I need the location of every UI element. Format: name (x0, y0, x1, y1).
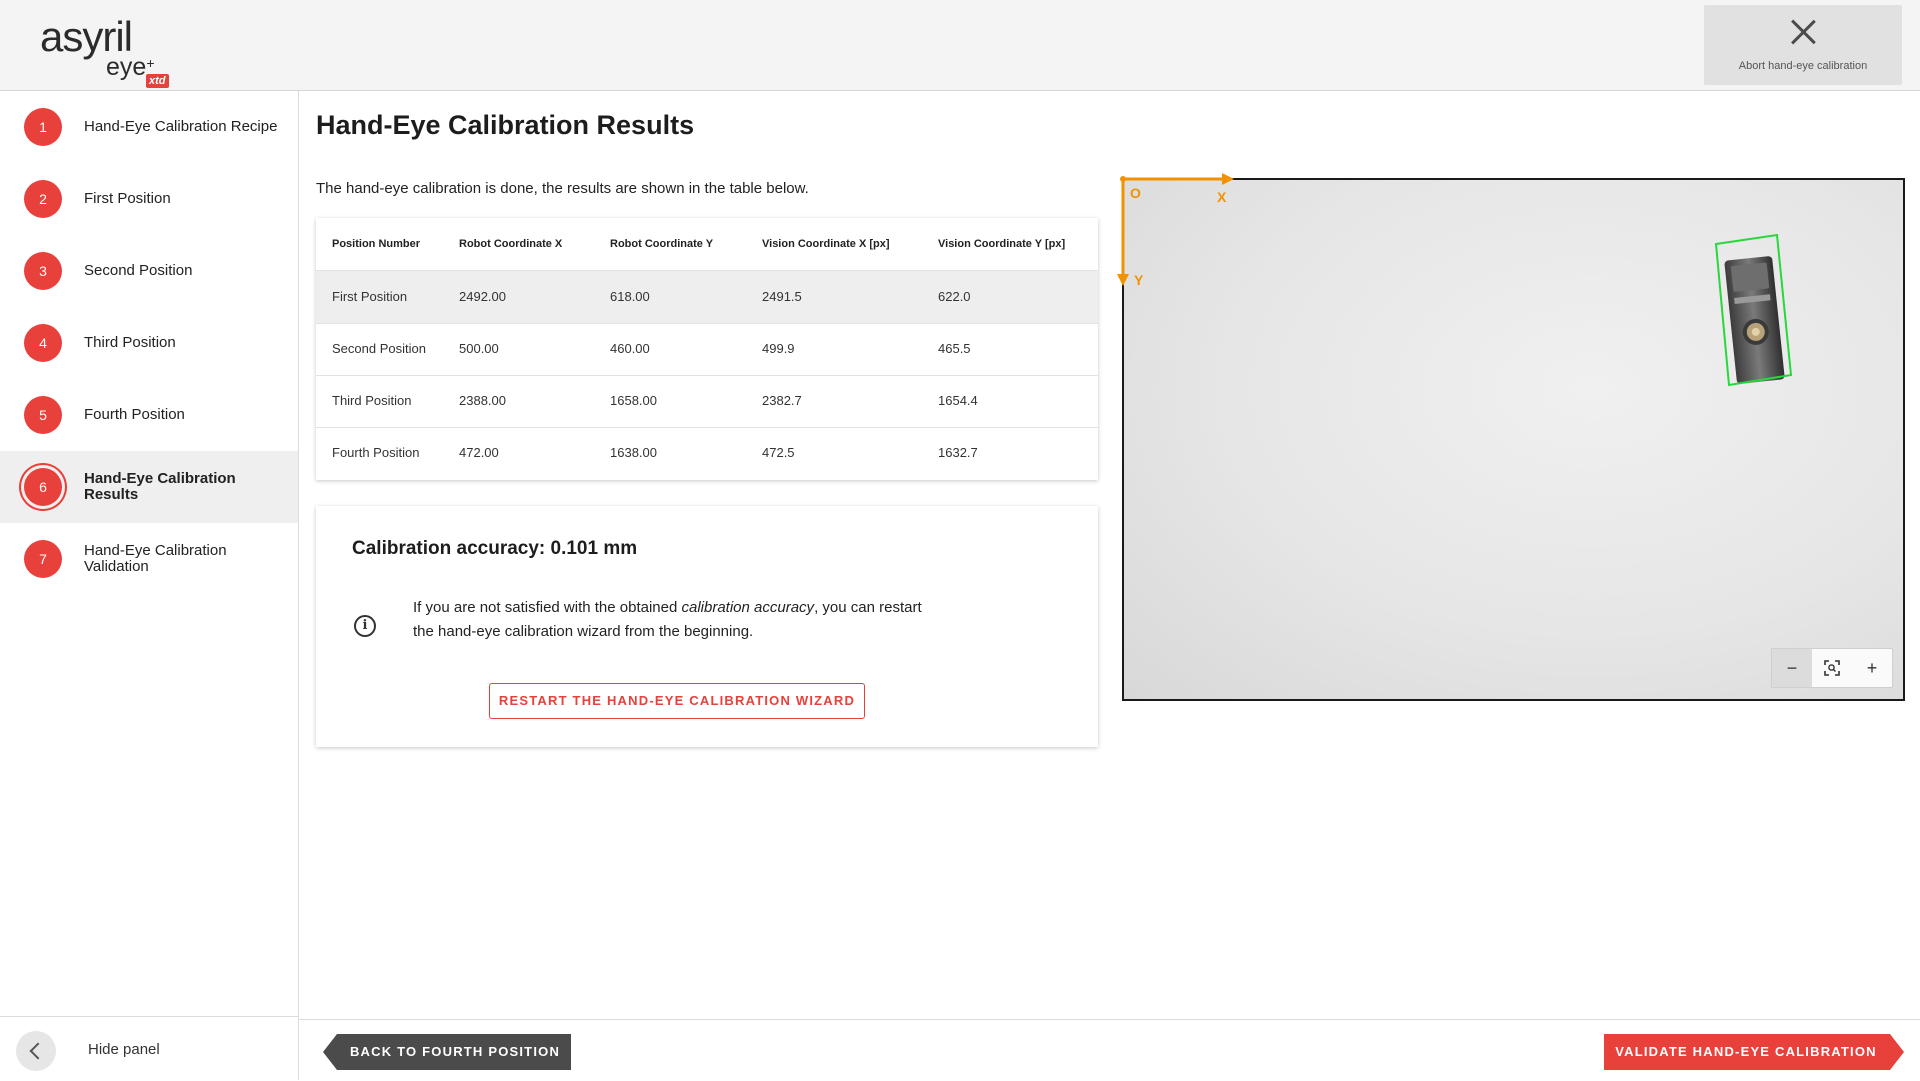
abort-label: Abort hand-eye calibration (1738, 60, 1868, 72)
logo-tag: xtd (146, 74, 169, 88)
x-axis-label: X (1217, 189, 1227, 205)
table-row[interactable]: First Position 2492.00 618.00 2491.5 622… (316, 271, 1098, 324)
table-cell: 460.00 (610, 341, 650, 356)
table-cell: 472.00 (459, 445, 499, 460)
step-label: First Position (84, 190, 171, 207)
table-cell: Third Position (332, 393, 412, 408)
table-cell: 618.00 (610, 289, 650, 304)
table-cell: 2388.00 (459, 393, 506, 408)
sidebar-step-5[interactable]: 5 Fourth Position (0, 379, 298, 451)
table-cell: 1654.4 (938, 393, 978, 408)
validate-calibration-button[interactable]: VALIDATE HAND-EYE CALIBRATION (1604, 1034, 1904, 1070)
column-header: Robot Coordinate Y (610, 238, 714, 250)
table-cell: 622.0 (938, 289, 971, 304)
zoom-in-button[interactable]: + (1852, 649, 1892, 687)
step-number-badge: 6 (24, 468, 62, 506)
info-icon: i (354, 615, 376, 637)
hide-panel-button[interactable]: Hide panel (0, 1016, 298, 1081)
accuracy-card: Calibration accuracy: 0.101 mm i If you … (316, 506, 1098, 747)
page-title: Hand-Eye Calibration Results (316, 110, 695, 140)
sidebar-step-7[interactable]: 7 Hand-Eye Calibration Validation (0, 523, 298, 595)
detected-part (1724, 256, 1785, 384)
sidebar-step-1[interactable]: 1 Hand-Eye Calibration Recipe (0, 91, 298, 163)
table-cell: 1638.00 (610, 445, 657, 460)
table-cell: Second Position (332, 341, 426, 356)
sidebar-step-4[interactable]: 4 Third Position (0, 307, 298, 379)
wizard-sidebar: 1 Hand-Eye Calibration Recipe 2 First Posit… (0, 91, 299, 1080)
results-table: Position Number Robot Coordinate X Robot… (316, 218, 1098, 480)
table-cell: 472.5 (762, 445, 795, 460)
table-header-row: Position Number Robot Coordinate X Robot… (316, 218, 1098, 271)
step-label: Hand-Eye Calibration Recipe (84, 118, 278, 135)
column-header: Position Number (332, 238, 421, 250)
table-cell: 2491.5 (762, 289, 802, 304)
table-row[interactable]: Second Position 500.00 460.00 499.9 465.… (316, 323, 1098, 376)
close-icon (1788, 17, 1818, 47)
intro-text: The hand-eye calibration is done, the re… (316, 180, 809, 197)
top-header: asyril eye+ xtd Abort hand-eye calibrati… (0, 0, 1920, 91)
table-cell: 2382.7 (762, 393, 802, 408)
restart-wizard-button[interactable]: RESTART THE HAND-EYE CALIBRATION WIZARD (489, 683, 865, 719)
sidebar-step-3[interactable]: 3 Second Position (0, 235, 298, 307)
calibration-accuracy-title: Calibration accuracy: 0.101 mm (352, 538, 638, 559)
step-number-badge: 3 (24, 252, 62, 290)
step-number-badge: 1 (24, 108, 62, 146)
table-row[interactable]: Third Position 2388.00 1658.00 2382.7 16… (316, 375, 1098, 428)
sidebar-step-6[interactable]: 6 Hand-Eye Calibration Results (0, 451, 298, 523)
abort-calibration-button[interactable]: Abort hand-eye calibration (1704, 5, 1902, 85)
step-label: Hand-Eye Calibration Results (84, 470, 236, 503)
accuracy-info-text: If you are not satisfied with the obtain… (413, 599, 922, 640)
coordinate-axes: O X Y (1117, 173, 1234, 288)
table-cell: 1632.7 (938, 445, 978, 460)
column-header: Robot Coordinate X (459, 238, 563, 250)
step-number-badge: 5 (24, 396, 62, 434)
table-cell: 2492.00 (459, 289, 506, 304)
y-axis-label: Y (1134, 272, 1144, 288)
back-to-fourth-position-button[interactable]: BACK TO FOURTH POSITION (323, 1034, 571, 1070)
table-cell: 465.5 (938, 341, 971, 356)
validate-button-label: VALIDATE HAND-EYE CALIBRATION (1615, 1044, 1877, 1059)
step-number-badge: 2 (24, 180, 62, 218)
step-label: Fourth Position (84, 406, 185, 423)
step-label: Second Position (84, 262, 193, 279)
column-header: Vision Coordinate Y [px] (938, 238, 1066, 250)
origin-label: O (1130, 185, 1141, 201)
logo-brand: asyril (40, 13, 133, 60)
zoom-controls: − + (1771, 648, 1893, 688)
table-cell: First Position (332, 289, 408, 304)
sidebar-step-2[interactable]: 2 First Position (0, 163, 298, 235)
table-cell: Fourth Position (332, 445, 420, 460)
table-cell: 1658.00 (610, 393, 657, 408)
table-cell: 499.9 (762, 341, 795, 356)
back-button-label: BACK TO FOURTH POSITION (349, 1044, 561, 1059)
step-number-badge: 7 (24, 540, 62, 578)
step-label: Third Position (84, 334, 176, 351)
asyril-logo: asyril eye+ xtd (40, 13, 180, 88)
step-label: Hand-Eye Calibration Validation (84, 542, 227, 575)
chevron-left-icon (16, 1031, 56, 1071)
table-cell: 500.00 (459, 341, 499, 356)
step-number-badge: 4 (24, 324, 62, 362)
zoom-out-button[interactable]: − (1772, 649, 1812, 687)
zoom-fit-icon (1824, 660, 1840, 676)
zoom-fit-button[interactable] (1812, 649, 1852, 687)
hide-panel-label: Hide panel (88, 1041, 160, 1058)
footer-bar: BACK TO FOURTH POSITION VALIDATE HAND-EY… (299, 1019, 1920, 1081)
table-row[interactable]: Fourth Position 472.00 1638.00 472.5 163… (316, 427, 1098, 479)
column-header: Vision Coordinate X [px] (762, 238, 890, 250)
